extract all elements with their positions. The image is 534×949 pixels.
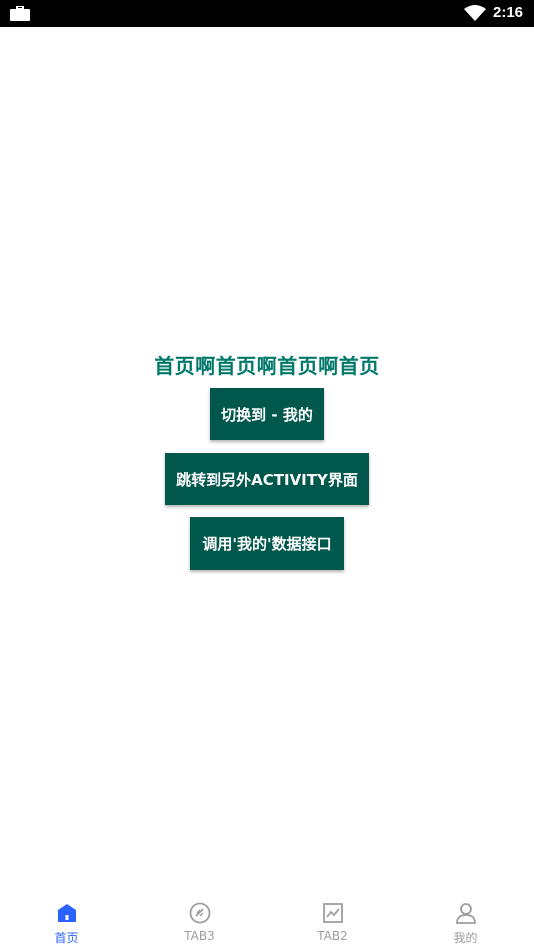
- person-icon: [454, 901, 478, 925]
- compass-icon: [188, 901, 212, 925]
- chart-icon: [321, 901, 345, 925]
- nav-label-tab2: TAB2: [317, 929, 348, 943]
- status-time: 2:16: [493, 4, 524, 21]
- briefcase-icon: [10, 5, 30, 25]
- page-headline: 首页啊首页啊首页啊首页: [154, 354, 380, 378]
- bottom-navigation: 首页 TAB3 TAB2 我的: [0, 889, 534, 949]
- jump-activity-button[interactable]: 跳转到另外ACTIVITY界面: [165, 453, 369, 505]
- status-bar: 2:16: [0, 0, 534, 27]
- wifi-icon: [464, 5, 486, 26]
- call-mine-api-button[interactable]: 调用'我的'数据接口: [190, 517, 344, 570]
- nav-item-tab3[interactable]: TAB3: [133, 889, 266, 949]
- nav-item-tab2[interactable]: TAB2: [266, 889, 399, 949]
- nav-label-tab3: TAB3: [184, 929, 215, 943]
- nav-item-home[interactable]: 首页: [0, 889, 133, 949]
- nav-label-home: 首页: [54, 931, 79, 945]
- nav-label-mine: 我的: [453, 931, 478, 945]
- home-icon: [55, 901, 79, 925]
- main-content: 首页啊首页啊首页啊首页 切换到 - 我的 跳转到另外ACTIVITY界面 调用'…: [0, 27, 534, 889]
- nav-item-mine[interactable]: 我的: [399, 889, 532, 949]
- switch-to-mine-button[interactable]: 切换到 - 我的: [210, 388, 324, 440]
